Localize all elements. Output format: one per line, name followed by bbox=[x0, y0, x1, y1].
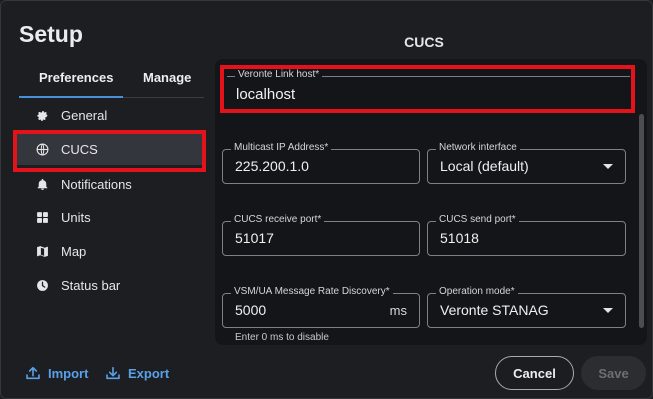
sidebar-item-label: Status bar bbox=[61, 277, 121, 293]
field-value: Veronte STANAG bbox=[440, 302, 549, 318]
import-label: Import bbox=[48, 365, 89, 381]
field-value: 51018 bbox=[440, 230, 479, 246]
download-icon bbox=[106, 366, 120, 380]
export-label: Export bbox=[128, 365, 170, 381]
field-label: Network interface bbox=[436, 142, 520, 153]
setup-dialog: Setup Preferences Manage General CUCS No… bbox=[0, 0, 653, 399]
sidebar-item-label: Units bbox=[61, 209, 91, 225]
page-title: CUCS bbox=[404, 34, 444, 50]
field-label: CUCS send port* bbox=[436, 214, 519, 225]
field-value: 51017 bbox=[235, 230, 274, 246]
multicast-ip-field[interactable]: Multicast IP Address* 225.200.1.0 bbox=[222, 142, 420, 184]
field-value: Local (default) bbox=[440, 158, 529, 174]
sidebar-item-units[interactable]: Units bbox=[17, 201, 203, 233]
network-interface-select[interactable]: Network interface Local (default) bbox=[427, 142, 626, 184]
import-button[interactable]: Import bbox=[25, 365, 88, 381]
cucs-send-port-field[interactable]: CUCS send port* 51018 bbox=[427, 214, 626, 256]
clock-icon bbox=[35, 278, 49, 292]
sidebar-item-status-bar[interactable]: Status bar bbox=[17, 269, 203, 301]
field-label: Multicast IP Address* bbox=[231, 142, 332, 153]
chevron-down-icon bbox=[603, 308, 613, 313]
save-button[interactable]: Save bbox=[581, 356, 646, 390]
message-rate-field[interactable]: VSM/UA Message Rate Discovery* 5000 ms bbox=[222, 286, 420, 328]
cucs-receive-port-field[interactable]: CUCS receive port* 51017 bbox=[222, 214, 420, 256]
field-value: 5000 bbox=[235, 302, 267, 318]
scrollbar[interactable] bbox=[639, 114, 644, 328]
chevron-down-icon bbox=[603, 164, 613, 169]
map-icon bbox=[35, 244, 49, 258]
field-label: VSM/UA Message Rate Discovery* bbox=[231, 286, 393, 297]
sidebar-item-label: Map bbox=[61, 243, 87, 259]
tab-preferences[interactable]: Preferences bbox=[39, 70, 113, 85]
gear-icon bbox=[35, 108, 49, 122]
sidebar-item-map[interactable]: Map bbox=[17, 235, 203, 267]
sidebar-item-notifications[interactable]: Notifications bbox=[17, 168, 203, 200]
grid-icon bbox=[35, 210, 49, 224]
bell-icon bbox=[35, 177, 49, 191]
tab-manage[interactable]: Manage bbox=[143, 70, 191, 85]
sidebar-item-general[interactable]: General bbox=[17, 99, 203, 131]
field-label: CUCS receive port* bbox=[231, 214, 325, 225]
upload-icon bbox=[26, 366, 40, 380]
highlight-box-cucs bbox=[13, 130, 206, 172]
cancel-button[interactable]: Cancel bbox=[495, 356, 574, 390]
sidebar-item-label: General bbox=[61, 107, 108, 123]
export-button[interactable]: Export bbox=[105, 365, 169, 381]
dialog-title: Setup bbox=[19, 21, 83, 47]
active-tab-indicator bbox=[19, 96, 123, 98]
operation-mode-select[interactable]: Operation mode* Veronte STANAG bbox=[427, 286, 626, 328]
unit-suffix: ms bbox=[389, 303, 407, 318]
field-value: 225.200.1.0 bbox=[235, 158, 309, 174]
highlight-box-host bbox=[220, 65, 635, 113]
field-label: Operation mode* bbox=[436, 286, 518, 297]
helper-text: Enter 0 ms to disable bbox=[235, 332, 329, 343]
sidebar-item-label: Notifications bbox=[61, 176, 132, 192]
